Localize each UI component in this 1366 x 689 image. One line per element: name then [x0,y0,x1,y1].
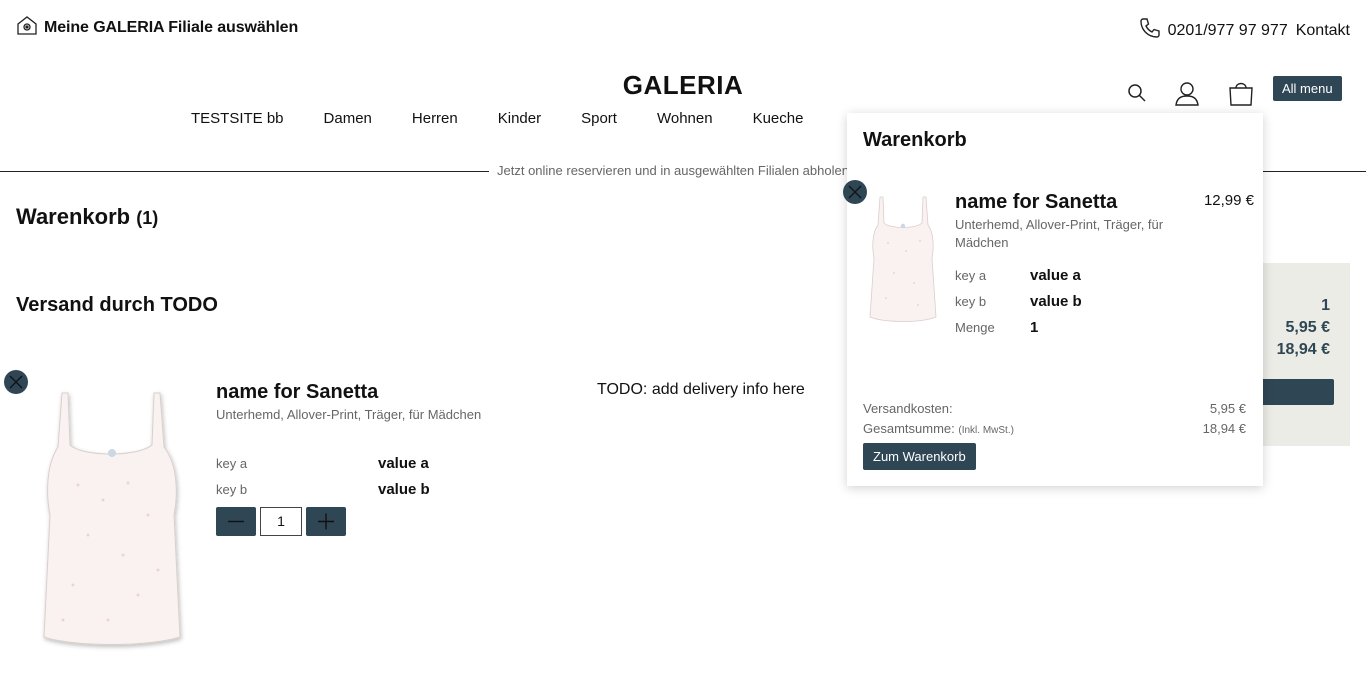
quantity-increase-button[interactable] [306,507,346,536]
nav-item-testsite[interactable]: TESTSITE bb [191,110,284,127]
flyout-total-label: Gesamtsumme: (Inkl. MwSt.) [863,421,1014,436]
product-name[interactable]: name for Sanetta [216,381,378,404]
attr-key: key a [216,456,248,471]
search-icon[interactable] [1127,83,1147,108]
flyout-product-name[interactable]: name for Sanetta [955,191,1117,214]
contact-area: 0201/977 97 977 Kontakt [1138,16,1350,45]
close-icon [9,375,23,389]
nav-item-kueche[interactable]: Kueche [753,110,804,127]
store-picker[interactable]: Meine GALERIA Filiale auswählen [16,14,298,41]
attr-value: value b [378,481,430,498]
phone-icon [1138,16,1162,45]
account-icon[interactable] [1173,79,1201,112]
flyout-shipping-value: 5,95 € [1209,401,1246,416]
cart-title-text: Warenkorb [16,204,131,229]
flyout-attr-key: key b [955,294,987,309]
contact-link[interactable]: Kontakt [1296,22,1350,40]
all-menu-button[interactable]: All menu [1273,76,1342,101]
attr-key: key b [216,482,248,497]
store-house-icon [16,14,38,41]
promo-banner: Jetzt online reservieren und in ausgewäh… [489,163,849,178]
nav-item-herren[interactable]: Herren [412,110,458,127]
main-nav: TESTSITE bb Damen Herren Kinder Sport Wo… [191,110,843,127]
cart-item-count: (1) [136,208,159,228]
nav-item-wohnen[interactable]: Wohnen [657,110,713,127]
flyout-product-description: Unterhemd, Allover-Print, Träger, für Mä… [955,217,1164,250]
flyout-shipping-label: Versandkosten: [863,401,953,416]
flyout-vat-note: (Inkl. MwSt.) [958,425,1014,436]
flyout-quantity-value: 1 [1030,319,1039,336]
cart-title: Warenkorb (1) [16,204,158,230]
store-picker-label: Meine GALERIA Filiale auswählen [44,18,299,36]
flyout-remove-item-button[interactable] [843,180,867,204]
attr-value: value a [378,455,429,472]
flyout-total-value: 18,94 € [1202,421,1246,436]
flyout-product-image[interactable] [866,193,940,325]
flyout-product-price: 12,99 € [1203,192,1254,209]
phone-number-link[interactable]: 0201/977 97 977 [1168,22,1288,40]
mini-cart-flyout: Warenkorb name for Sanetta 12,99 € Unter… [847,113,1263,486]
flyout-quantity-label: Menge [955,320,995,335]
plus-icon [318,513,334,530]
galeria-logo[interactable]: GALERIA [0,70,1366,101]
quantity-decrease-button[interactable] [216,507,256,536]
flyout-title: Warenkorb [863,129,967,151]
flyout-attr-value: value a [1030,267,1081,284]
flyout-attr-value: value b [1030,293,1082,310]
product-image[interactable] [28,385,194,653]
nav-item-sport[interactable]: Sport [581,110,617,127]
nav-item-kinder[interactable]: Kinder [498,110,541,127]
to-cart-button[interactable]: Zum Warenkorb [863,443,976,470]
shopping-bag-icon[interactable] [1228,79,1254,112]
remove-item-button[interactable] [4,370,28,394]
quantity-input[interactable]: 1 [260,507,302,536]
flyout-total-label-text: Gesamtsumme: [863,421,955,436]
product-description: Unterhemd, Allover-Print, Träger, für Mä… [216,407,482,422]
minus-icon [228,520,244,523]
flyout-attr-key: key a [955,268,987,283]
shipping-group-title: Versand durch TODO [16,294,218,316]
delivery-info: TODO: add delivery info here [597,381,805,398]
nav-item-damen[interactable]: Damen [324,110,372,127]
close-icon [848,185,862,199]
